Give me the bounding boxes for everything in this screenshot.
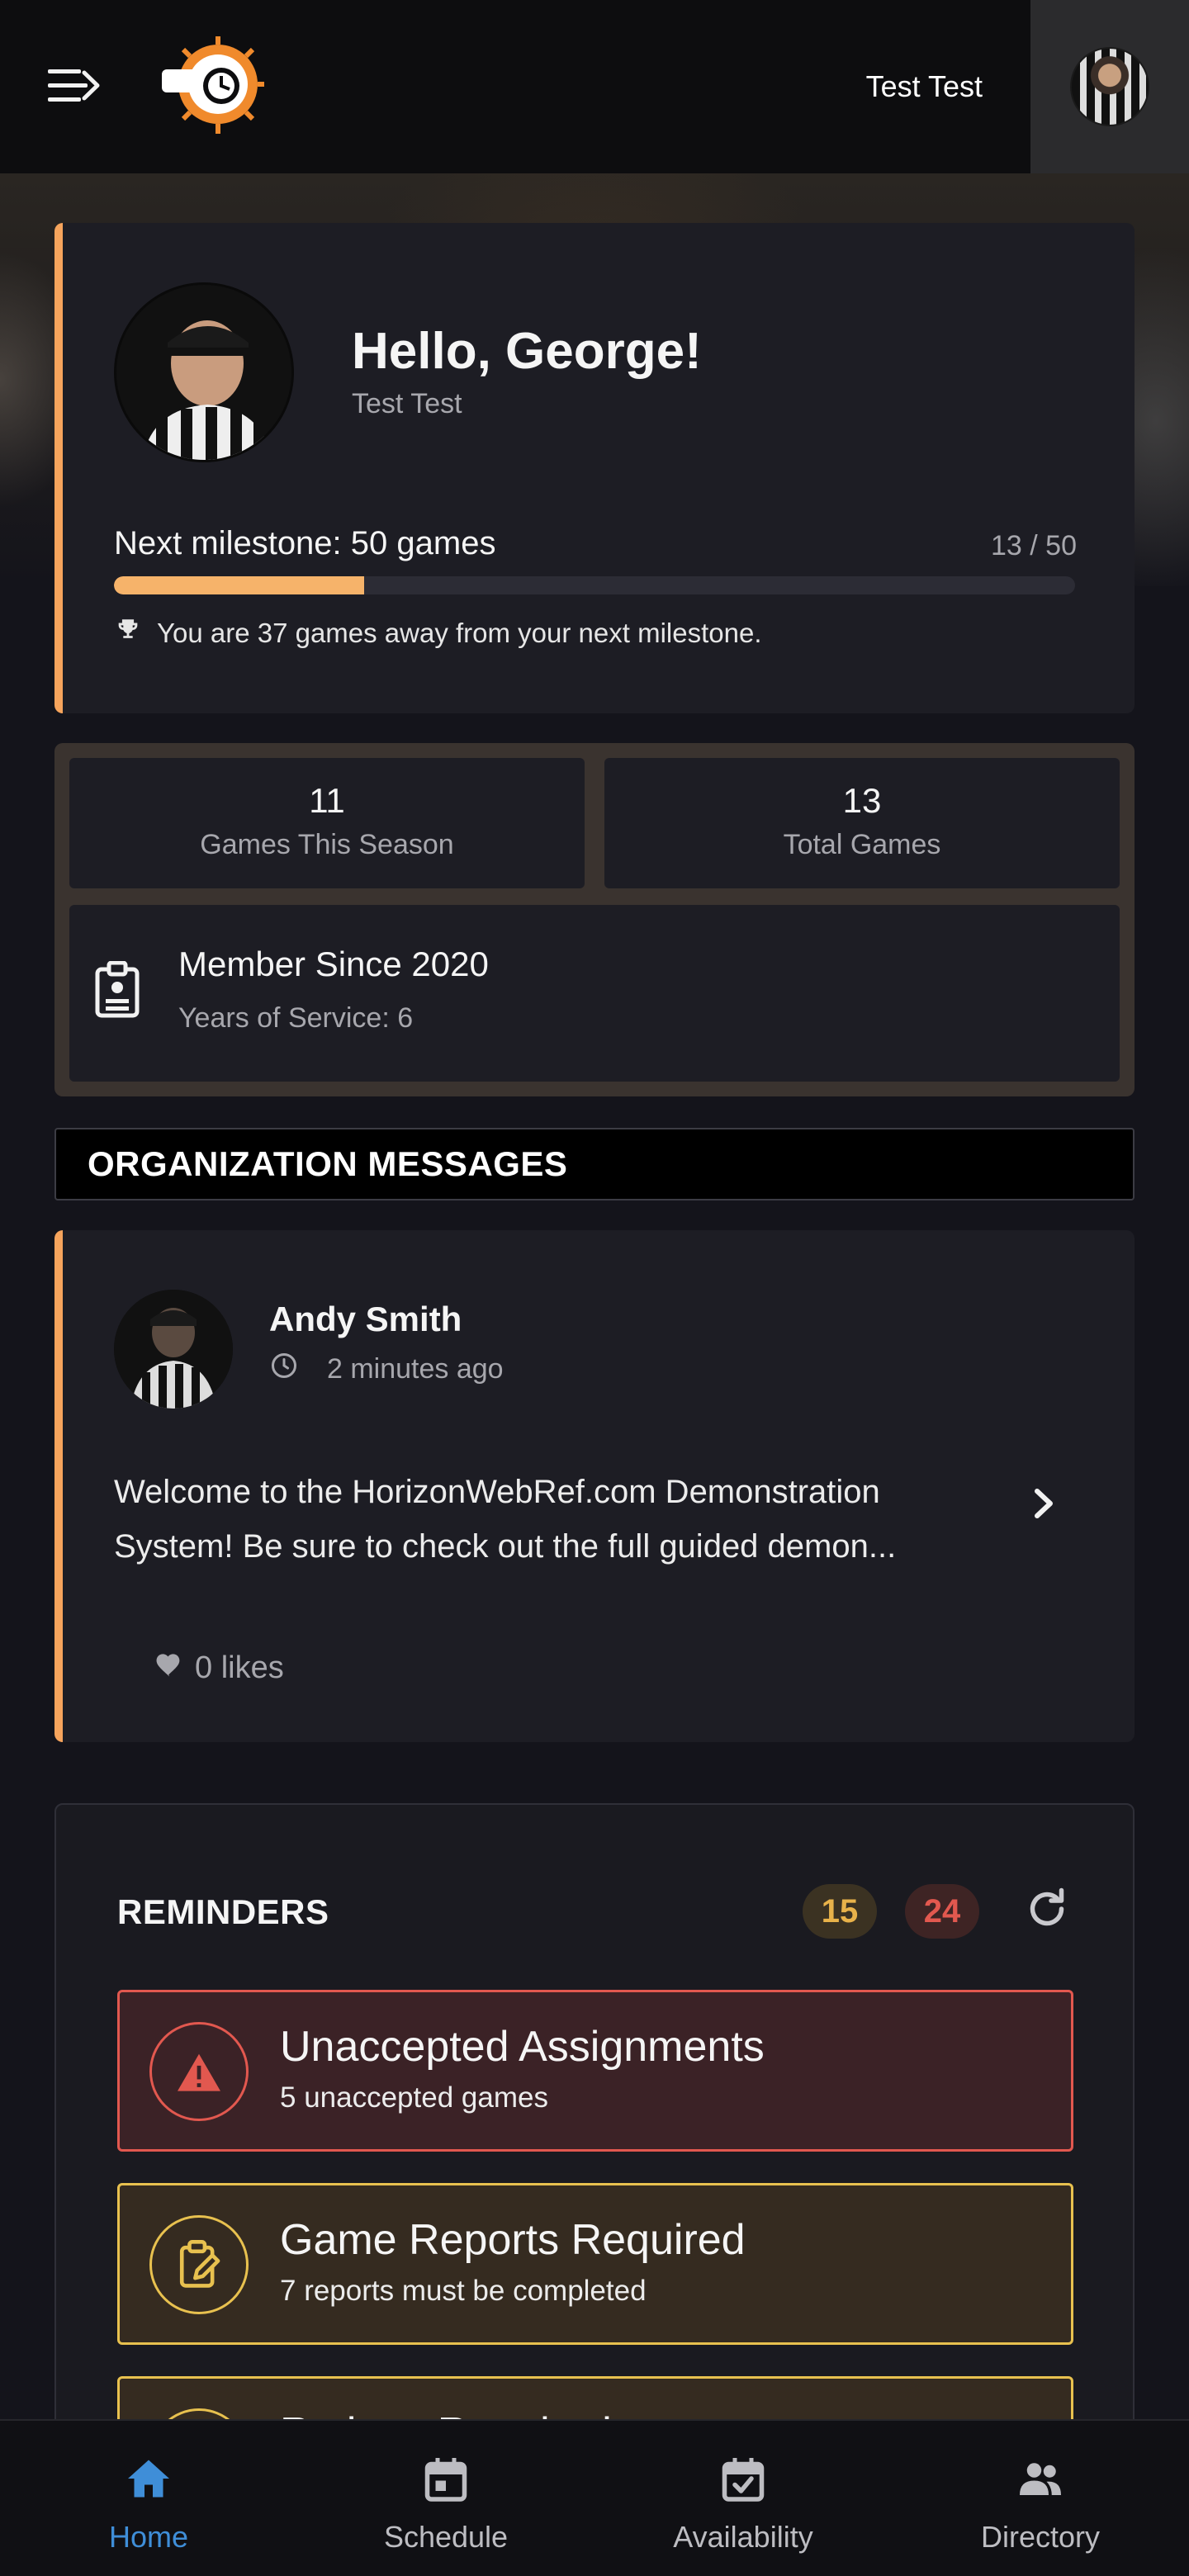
message-time-text: 2 minutes ago bbox=[327, 1353, 504, 1385]
bottom-nav: Home Schedule Availability Directory bbox=[0, 2419, 1189, 2576]
calendar-check-icon bbox=[722, 2458, 765, 2502]
clock-icon bbox=[269, 1351, 299, 1388]
warning-triangle-icon bbox=[149, 2022, 249, 2121]
milestone-count: 13 / 50 bbox=[991, 530, 1077, 561]
nav-label: Availability bbox=[673, 2520, 813, 2554]
top-bar: Test Test bbox=[0, 0, 1189, 173]
stat-value: 11 bbox=[309, 781, 345, 820]
milestone-note-text: You are 37 games away from your next mil… bbox=[157, 618, 762, 648]
greeting: Hello, George! bbox=[352, 323, 702, 380]
header-user-name[interactable]: Test Test bbox=[866, 69, 983, 104]
message-card[interactable]: Andy Smith 2 minutes ago Welcome to the … bbox=[54, 1230, 1135, 1742]
menu-icon[interactable] bbox=[48, 66, 101, 106]
stats-panel: 11 Games This Season 13 Total Games Memb… bbox=[54, 743, 1135, 1096]
milestone-note: You are 37 games away from your next mil… bbox=[114, 616, 762, 651]
messages-section-title: ORGANIZATION MESSAGES bbox=[54, 1128, 1135, 1200]
clipboard-edit-icon bbox=[149, 2215, 249, 2314]
like-count: 0 likes bbox=[195, 1650, 284, 1685]
calendar-icon bbox=[424, 2458, 467, 2502]
refresh-icon[interactable] bbox=[1022, 1884, 1072, 1934]
nav-availability[interactable]: Availability bbox=[594, 2421, 892, 2576]
nav-label: Directory bbox=[980, 2520, 1101, 2554]
alert-count-badge: 24 bbox=[905, 1884, 979, 1939]
message-time: 2 minutes ago bbox=[269, 1351, 504, 1388]
nav-schedule[interactable]: Schedule bbox=[297, 2421, 594, 2576]
user-avatar bbox=[1070, 47, 1149, 126]
reminder-subtitle: 7 reports must be completed bbox=[280, 2275, 647, 2307]
nav-home[interactable]: Home bbox=[0, 2421, 297, 2576]
reminder-title: Unaccepted Assignments bbox=[280, 2023, 765, 2071]
message-body: Welcome to the HorizonWebRef.com Demonst… bbox=[114, 1474, 897, 1565]
like-button[interactable]: 0 likes bbox=[154, 1650, 284, 1686]
whistle-logo[interactable] bbox=[159, 33, 266, 140]
milestone-progress-fill bbox=[114, 576, 364, 594]
reminder-unaccepted-assignments[interactable]: Unaccepted Assignments 5 unaccepted game… bbox=[117, 1990, 1073, 2152]
milestone-label: Next milestone: 50 games bbox=[114, 525, 496, 561]
nav-label: Home bbox=[108, 2520, 189, 2554]
reminder-game-reports[interactable]: Game Reports Required 7 reports must be … bbox=[117, 2183, 1073, 2345]
heart-icon bbox=[154, 1650, 185, 1686]
stat-total-games: 13 Total Games bbox=[604, 758, 1120, 888]
stat-games-this-season: 11 Games This Season bbox=[69, 758, 585, 888]
nav-label: Schedule bbox=[383, 2520, 509, 2554]
nav-directory[interactable]: Directory bbox=[892, 2421, 1189, 2576]
stat-label: Games This Season bbox=[200, 829, 454, 860]
chevron-right-icon[interactable] bbox=[1027, 1483, 1060, 1524]
home-icon bbox=[128, 2460, 169, 2498]
profile-card: Hello, George! Test Test Next milestone:… bbox=[54, 223, 1135, 713]
user-avatar-button[interactable] bbox=[1030, 0, 1189, 173]
member-since: Member Since 2020 bbox=[178, 945, 489, 983]
trophy-icon bbox=[114, 616, 142, 651]
stat-label: Total Games bbox=[783, 829, 941, 860]
stat-value: 13 bbox=[842, 781, 882, 820]
profile-avatar bbox=[114, 282, 294, 462]
message-author-avatar bbox=[114, 1290, 233, 1409]
greeting-subtitle: Test Test bbox=[352, 388, 462, 419]
member-since-tile: Member Since 2020 Years of Service: 6 bbox=[69, 905, 1120, 1082]
years-of-service: Years of Service: 6 bbox=[178, 1002, 414, 1034]
warning-count-badge: 15 bbox=[803, 1884, 877, 1939]
people-icon bbox=[1020, 2463, 1061, 2495]
reminders-title: REMINDERS bbox=[117, 1892, 329, 1931]
id-badge-icon bbox=[94, 960, 140, 1019]
reminder-subtitle: 5 unaccepted games bbox=[280, 2081, 548, 2114]
message-author: Andy Smith bbox=[269, 1300, 462, 1338]
milestone-progress-bar bbox=[114, 576, 1075, 594]
reminder-title: Game Reports Required bbox=[280, 2216, 746, 2264]
